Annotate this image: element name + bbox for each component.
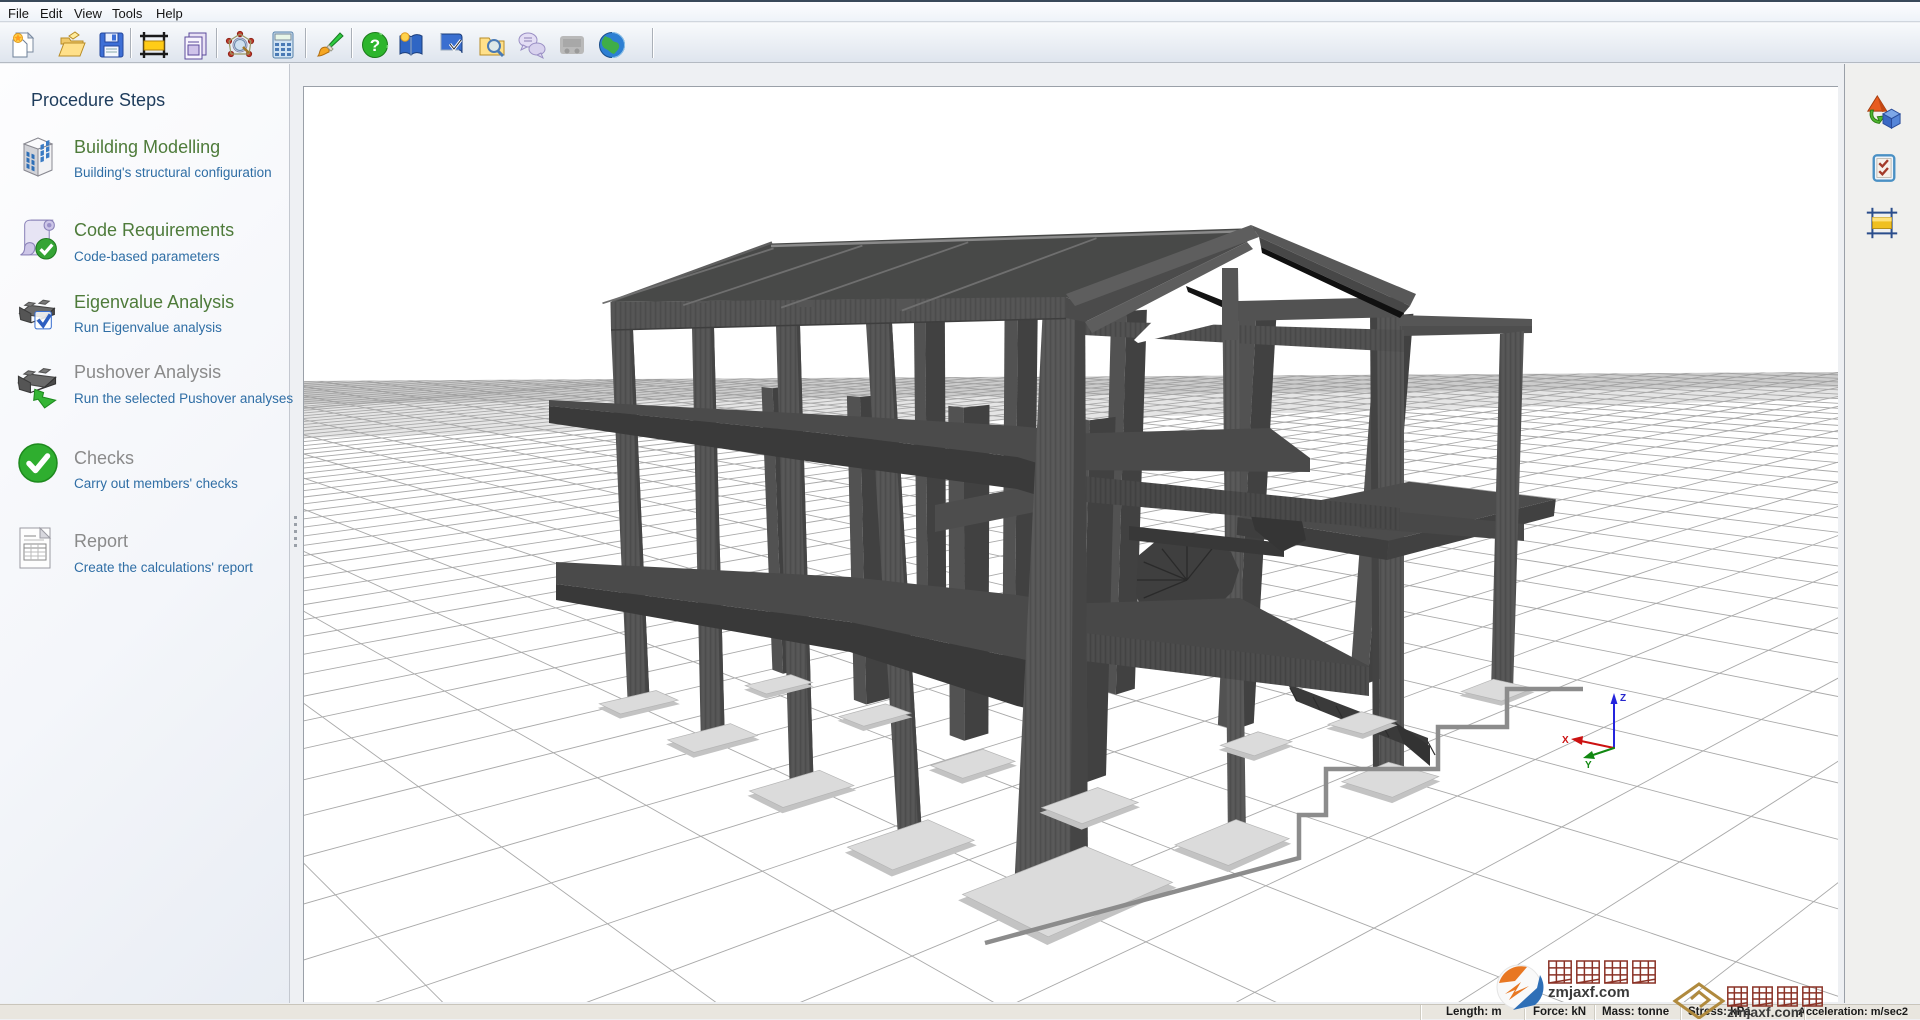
svg-text:?: ? [370, 36, 380, 55]
